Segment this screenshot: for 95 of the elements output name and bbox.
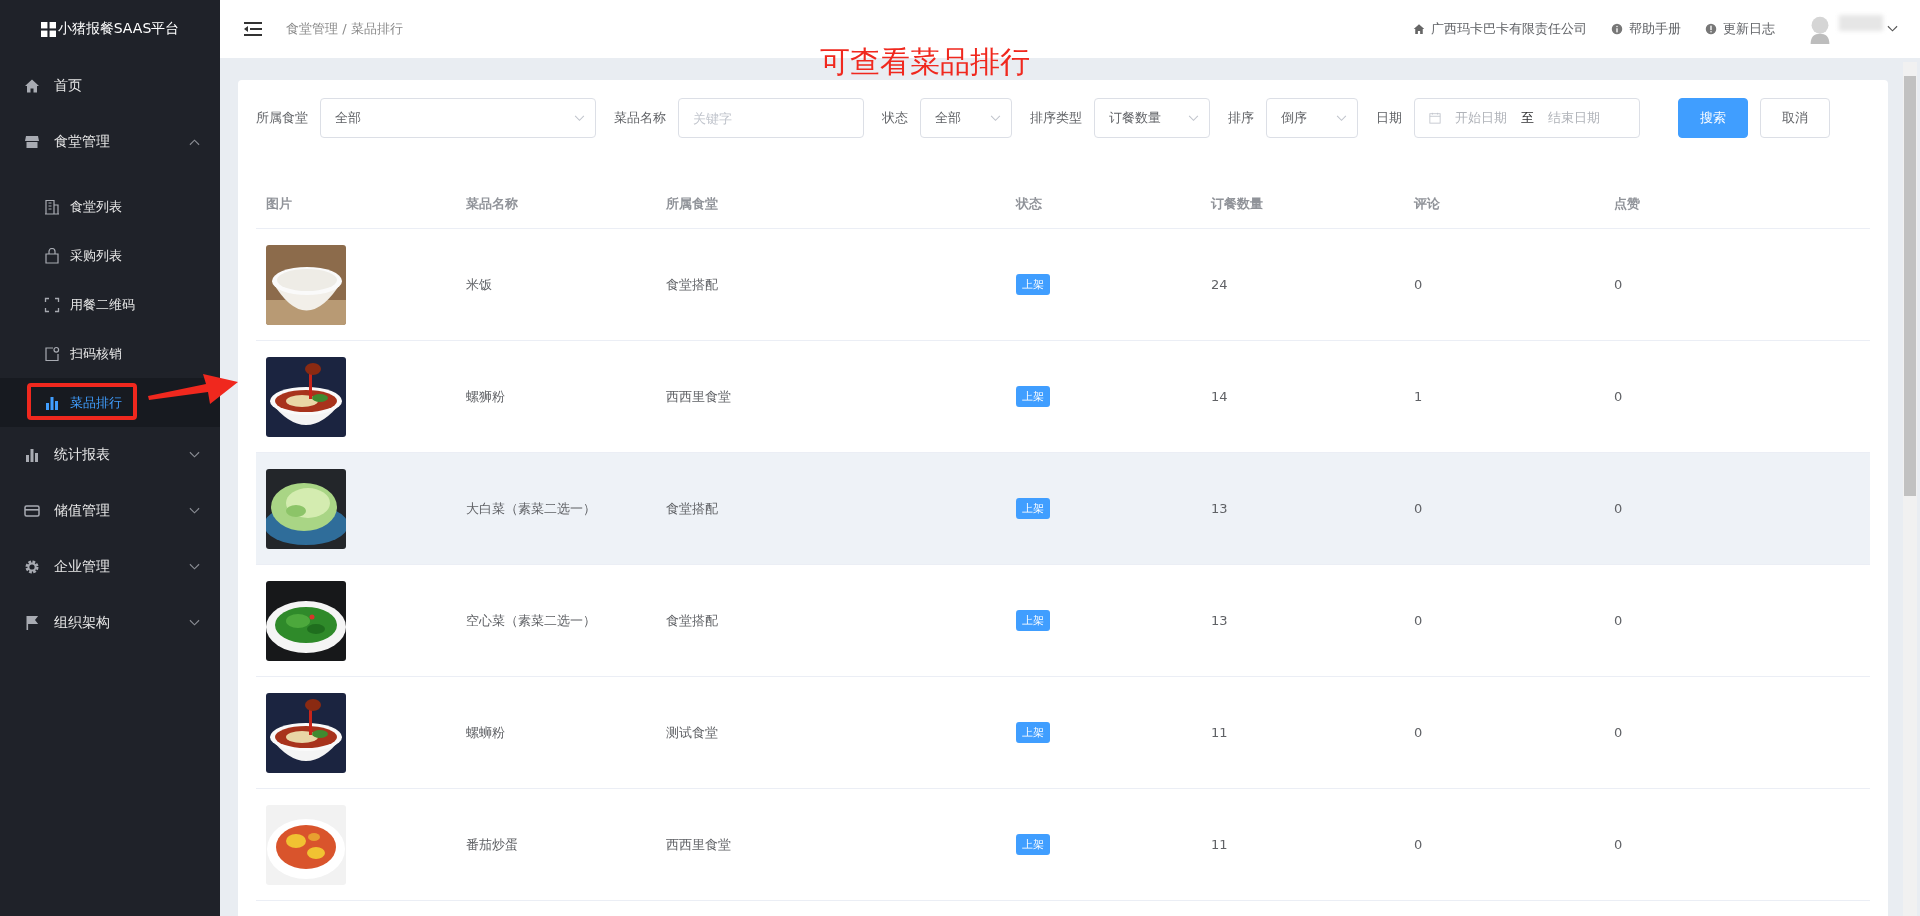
settings-icon — [24, 559, 40, 575]
caret-down-icon — [1188, 114, 1199, 122]
caret-down-icon — [574, 114, 585, 122]
sidebar-subitem[interactable]: 用餐二维码 — [0, 284, 135, 325]
alert-icon — [1705, 23, 1717, 35]
calendar-icon — [1429, 112, 1441, 124]
caret-down-icon[interactable] — [1887, 25, 1898, 33]
breadcrumb: 食堂管理 / 菜品排行 — [286, 20, 403, 38]
scan-frame-icon — [44, 296, 60, 313]
status-tag: 上架 — [1016, 386, 1050, 407]
status-tag: 上架 — [1016, 834, 1050, 855]
table-cell: 24 — [1211, 277, 1228, 292]
table-cell: 0 — [1414, 501, 1423, 516]
sidebar-subitem[interactable]: 采购列表 — [0, 235, 122, 276]
table-cell: 西西里食堂 — [666, 835, 731, 854]
scan-verify-icon — [44, 345, 60, 362]
status-tag: 上架 — [1016, 274, 1050, 295]
table-cell: 番茄炒蛋 — [466, 835, 518, 854]
bar-chart-icon — [44, 394, 60, 411]
cancel-button[interactable]: 取消 — [1760, 98, 1830, 138]
table-cell: 0 — [1614, 837, 1623, 852]
sidebar-subitem[interactable]: 扫码核销 — [0, 333, 122, 374]
table-cell: 米饭 — [466, 275, 492, 294]
header-link[interactable]: 更新日志 — [1723, 20, 1775, 38]
status-tag: 上架 — [1016, 610, 1050, 631]
header-link[interactable]: 广西玛卡巴卡有限责任公司 — [1431, 20, 1587, 38]
table-cell: 0 — [1414, 277, 1423, 292]
table-cell: 空心菜（素菜二选一） — [466, 611, 596, 630]
table-cell: 0 — [1614, 725, 1623, 740]
select-field[interactable]: 全部 — [920, 98, 1012, 138]
column-header: 点赞 — [1614, 195, 1641, 213]
column-header: 状态 — [1016, 195, 1043, 213]
table-cell: 螺狮粉 — [466, 387, 505, 406]
table-cell: 11 — [1211, 725, 1228, 740]
filter-label: 菜品名称 — [614, 109, 666, 127]
menu-icon[interactable] — [244, 22, 262, 36]
table-cell: 1 — [1414, 389, 1423, 404]
sidebar-item[interactable]: 企业管理 — [0, 539, 220, 595]
table-cell: 0 — [1614, 277, 1623, 292]
app-title: 小猪报餐SAAS平台 — [57, 20, 180, 38]
table-cell: 0 — [1414, 613, 1423, 628]
status-tag: 上架 — [1016, 722, 1050, 743]
table-cell: 螺蛳粉 — [466, 723, 505, 742]
info-icon — [1611, 23, 1623, 35]
table-cell: 0 — [1614, 613, 1623, 628]
table-cell: 西西里食堂 — [666, 387, 731, 406]
bar-chart-icon — [24, 447, 40, 463]
sidebar-item[interactable]: 食堂管理 — [0, 114, 220, 170]
table-cell: 13 — [1211, 501, 1228, 516]
table-cell: 测试食堂 — [666, 723, 718, 742]
filter-label: 所属食堂 — [256, 109, 308, 127]
column-header: 图片 — [266, 195, 293, 213]
table-cell: 食堂搭配 — [666, 611, 718, 630]
logo-icon — [40, 21, 56, 37]
sidebar-item[interactable]: 首页 — [0, 58, 220, 114]
caret-down-icon — [1336, 114, 1347, 122]
column-header: 所属食堂 — [666, 195, 719, 213]
caret-down-icon — [990, 114, 1001, 122]
table-cell: 0 — [1414, 837, 1423, 852]
select-field[interactable]: 订餐数量 — [1094, 98, 1210, 138]
sidebar-subitem[interactable]: 食堂列表 — [0, 186, 122, 227]
select-field[interactable]: 全部 — [320, 98, 596, 138]
sidebar-item[interactable]: 储值管理 — [0, 483, 220, 539]
filter-label: 排序类型 — [1030, 109, 1082, 127]
filter-label: 状态 — [882, 109, 908, 127]
table-cell: 11 — [1211, 837, 1228, 852]
column-header: 菜品名称 — [466, 195, 519, 213]
filter-label: 排序 — [1228, 109, 1254, 127]
card-icon — [24, 503, 40, 519]
filter-label: 日期 — [1376, 109, 1402, 127]
annotation-text: 可查看菜品排行 — [820, 43, 1030, 81]
table-cell: 大白菜（素菜二选一） — [466, 499, 596, 518]
table-cell: 0 — [1414, 725, 1423, 740]
store-icon — [24, 134, 40, 150]
date-range-field[interactable]: 开始日期 至 结束日期 — [1414, 98, 1640, 138]
table-cell: 13 — [1211, 613, 1228, 628]
bag-icon — [44, 247, 60, 264]
table-cell: 0 — [1614, 389, 1623, 404]
table-cell: 食堂搭配 — [666, 275, 718, 294]
column-header: 订餐数量 — [1211, 195, 1264, 213]
flag-icon — [24, 615, 40, 631]
table-cell: 食堂搭配 — [666, 499, 718, 518]
sidebar-item[interactable]: 组织架构 — [0, 595, 220, 651]
table-cell: 0 — [1614, 501, 1623, 516]
home-icon — [24, 78, 40, 94]
sidebar-item[interactable]: 统计报表 — [0, 427, 220, 483]
status-tag: 上架 — [1016, 498, 1050, 519]
home-icon — [1413, 23, 1425, 35]
header-link[interactable]: 帮助手册 — [1629, 20, 1681, 38]
table-cell: 14 — [1211, 389, 1228, 404]
building-icon — [44, 198, 60, 215]
column-header: 评论 — [1414, 195, 1441, 213]
select-field[interactable]: 倒序 — [1266, 98, 1358, 138]
scrollbar[interactable] — [1903, 62, 1917, 916]
input-field[interactable]: 关键字 — [678, 98, 864, 138]
